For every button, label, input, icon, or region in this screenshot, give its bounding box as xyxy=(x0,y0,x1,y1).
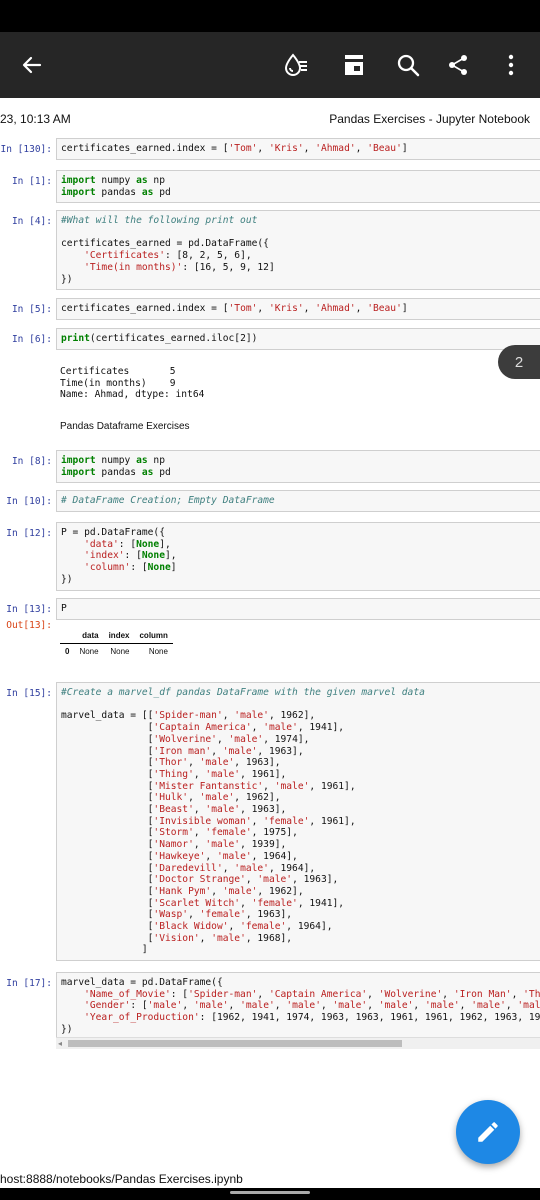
column-header: index xyxy=(103,628,135,644)
print-datetime: 23, 10:13 AM xyxy=(0,112,71,126)
cell-prompt: In [130]: xyxy=(0,144,52,155)
code-input[interactable]: P xyxy=(56,598,540,620)
bookmark-icon[interactable] xyxy=(336,32,372,98)
cell-output: Certificates 5 Time(in months) 9 Name: A… xyxy=(60,366,205,401)
table-cell: None xyxy=(79,647,99,656)
share-icon[interactable] xyxy=(440,32,476,98)
code-input[interactable]: P = pd.DataFrame({ 'data': [None], 'inde… xyxy=(56,522,540,591)
code-input[interactable]: import numpy as np import pandas as pd xyxy=(56,450,540,484)
cell-prompt: In [13]: xyxy=(6,604,52,615)
table-corner xyxy=(60,628,75,644)
notebook-page[interactable]: 23, 10:13 AM Pandas Exercises - Jupyter … xyxy=(0,98,540,1188)
code-input[interactable]: # DataFrame Creation; Empty DataFrame xyxy=(56,490,540,512)
horizontal-scrollbar[interactable]: ◂ xyxy=(56,1037,540,1049)
table-cell: None xyxy=(148,647,168,656)
back-arrow-icon[interactable] xyxy=(14,32,50,98)
navigation-bar xyxy=(0,1188,540,1200)
column-header: data xyxy=(74,628,104,644)
status-bar xyxy=(0,0,540,32)
dataframe-table: data index column 0 None None None xyxy=(60,628,173,659)
cell-prompt: In [6]: xyxy=(11,334,52,345)
cell-prompt: In [12]: xyxy=(6,528,52,539)
cell-prompt: In [17]: xyxy=(6,978,52,989)
footer-url: host:8888/notebooks/Pandas Exercises.ipy… xyxy=(0,1172,243,1186)
pencil-icon xyxy=(478,1122,498,1142)
more-options-icon[interactable] xyxy=(496,32,526,98)
edit-fab-button[interactable] xyxy=(456,1100,520,1164)
row-index: 0 xyxy=(65,647,70,656)
code-input[interactable]: certificates_earned.index = ['Tom', 'Kri… xyxy=(56,298,540,320)
code-input[interactable]: #What will the following print out certi… xyxy=(56,210,540,291)
cell-prompt: In [5]: xyxy=(11,304,52,315)
markdown-heading: Pandas Dataframe Exercises xyxy=(60,421,190,432)
browser-toolbar xyxy=(0,32,540,98)
reader-mode-icon[interactable] xyxy=(278,32,314,98)
code-input[interactable]: marvel_data = pd.DataFrame({ 'Name_of_Mo… xyxy=(56,972,540,1041)
home-gesture-pill[interactable] xyxy=(230,1191,310,1194)
cell-prompt: In [1]: xyxy=(11,176,52,187)
page-number-badge: 2 xyxy=(498,345,540,379)
cell-prompt: In [8]: xyxy=(11,456,52,467)
column-header: column xyxy=(134,628,173,644)
out-prompt: Out[13]: xyxy=(6,620,52,631)
cell-prompt: In [15]: xyxy=(6,688,52,699)
scrollbar-thumb[interactable] xyxy=(68,1040,402,1047)
code-input[interactable]: import numpy as np import pandas as pd xyxy=(56,170,540,204)
cell-prompt: In [10]: xyxy=(6,496,52,507)
code-input[interactable]: certificates_earned.index = ['Tom', 'Kri… xyxy=(56,138,540,160)
page-title: Pandas Exercises - Jupyter Notebook xyxy=(329,112,530,126)
cell-prompt: In [4]: xyxy=(11,216,52,227)
search-icon[interactable] xyxy=(390,32,426,98)
table-cell: None xyxy=(110,647,130,656)
table-row: 0 None None None xyxy=(60,644,173,660)
scroll-left-icon[interactable]: ◂ xyxy=(58,1039,62,1048)
code-input[interactable]: print(certificates_earned.iloc[2]) xyxy=(56,328,540,350)
code-input[interactable]: #Create a marvel_df pandas DataFrame wit… xyxy=(56,682,540,961)
